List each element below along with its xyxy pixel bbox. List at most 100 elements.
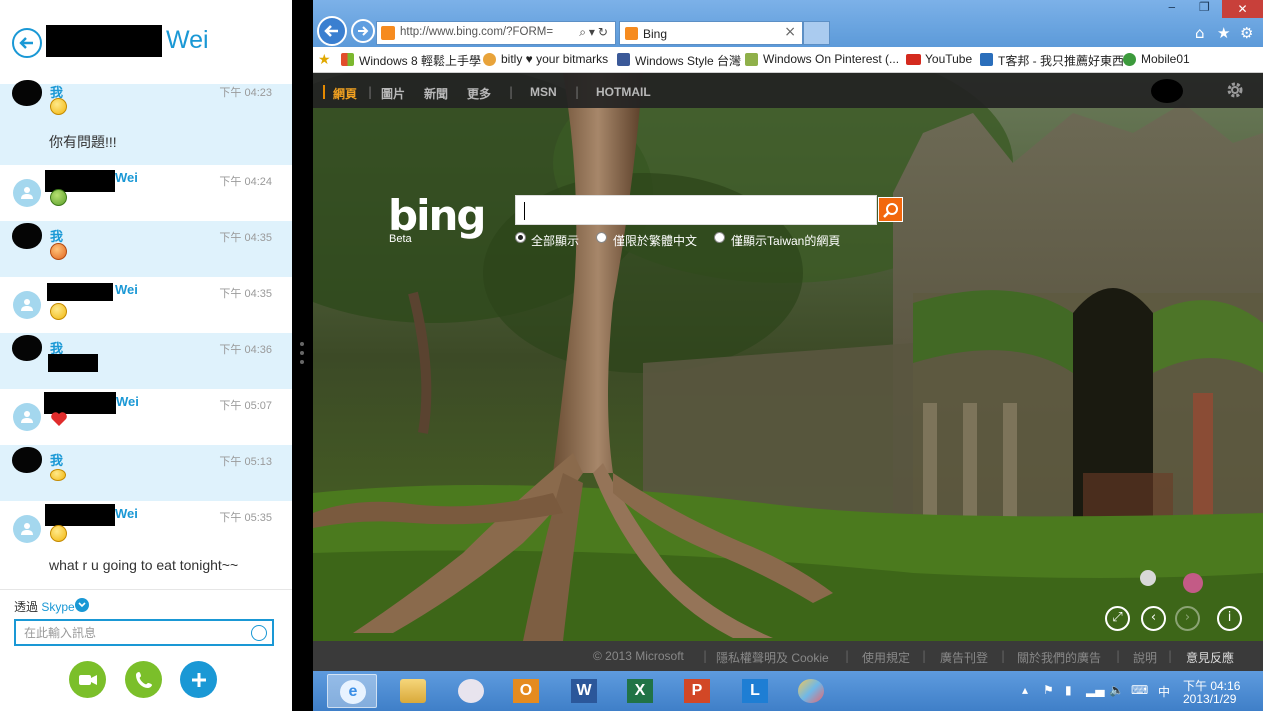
favorite-link[interactable]: YouTube bbox=[925, 52, 972, 66]
sender-name: Wei bbox=[115, 282, 138, 297]
nav-web[interactable]: 網頁 bbox=[333, 85, 357, 102]
taskbar-powerpoint[interactable]: P bbox=[672, 674, 722, 708]
taskbar-file-explorer[interactable] bbox=[388, 674, 438, 708]
redacted-account[interactable] bbox=[1151, 79, 1183, 103]
message-input[interactable] bbox=[14, 619, 274, 646]
angry-emoticon-icon bbox=[50, 243, 67, 260]
tab-bing[interactable]: Bing × bbox=[619, 21, 803, 45]
favorites-add-icon[interactable]: ★ bbox=[318, 51, 331, 68]
scope-radio-taiwan[interactable] bbox=[714, 232, 725, 243]
taskbar-paint-2[interactable] bbox=[786, 674, 836, 708]
powerpoint-icon: P bbox=[684, 679, 710, 703]
address-tools[interactable]: ⌕▾↻ bbox=[579, 25, 611, 40]
message-item: Wei 下午 04:24 bbox=[0, 165, 292, 221]
add-button[interactable] bbox=[180, 661, 217, 698]
message-time: 下午 04:36 bbox=[219, 344, 272, 356]
volume-icon[interactable]: 🔈 bbox=[1109, 683, 1124, 697]
next-image-button[interactable]: › bbox=[1175, 606, 1200, 631]
scope-radio-traditional-chinese[interactable] bbox=[596, 232, 607, 243]
browser-toolbar: http://www.bing.com/?FORM= ⌕▾↻ Bing × ‒ … bbox=[313, 0, 1263, 47]
taskbar-internet-explorer[interactable]: e bbox=[327, 674, 377, 708]
favorite-link[interactable]: Windows On Pinterest (... bbox=[763, 52, 899, 66]
action-center-flag-icon[interactable]: ⚑ bbox=[1043, 683, 1054, 697]
sender-name: Wei bbox=[115, 170, 138, 185]
nav-news[interactable]: 新聞 bbox=[424, 85, 448, 102]
search-button[interactable] bbox=[878, 197, 903, 222]
network-signal-icon[interactable]: ▂▄ bbox=[1086, 683, 1104, 697]
close-window-button[interactable]: ✕ bbox=[1222, 0, 1263, 18]
address-bar[interactable]: http://www.bing.com/?FORM= ⌕▾↻ bbox=[376, 21, 616, 45]
footer-link-help[interactable]: 說明 bbox=[1133, 649, 1157, 666]
mobile01-icon bbox=[1123, 53, 1136, 66]
settings-gear-icon[interactable] bbox=[1225, 80, 1245, 100]
nav-images[interactable]: 圖片 bbox=[381, 85, 405, 102]
nav-msn[interactable]: MSN bbox=[530, 85, 557, 99]
sender-name: 我 bbox=[50, 453, 64, 468]
taskbar-lync[interactable]: L bbox=[730, 674, 780, 708]
nav-hotmail[interactable]: HOTMAIL bbox=[596, 85, 651, 99]
favorite-link[interactable]: Mobile01 bbox=[1141, 52, 1190, 66]
nav-separator: | bbox=[368, 85, 373, 99]
taskbar-outlook[interactable]: O bbox=[501, 674, 551, 708]
message-list[interactable]: 我 下午 04:23 你有問題!!! Wei 下午 04:24 我 下午 04:… bbox=[0, 80, 292, 589]
restore-button[interactable]: ❐ bbox=[1199, 0, 1210, 14]
expand-image-button[interactable]: ⤢ bbox=[1105, 606, 1130, 631]
voice-call-button[interactable] bbox=[125, 661, 162, 698]
ime-indicator[interactable]: 中 bbox=[1158, 683, 1170, 700]
taskbar-paint[interactable] bbox=[446, 674, 496, 708]
previous-image-button[interactable]: ‹ bbox=[1141, 606, 1166, 631]
footer-link-about-ads[interactable]: 關於我們的廣告 bbox=[1017, 649, 1101, 666]
bing-top-nav: 網頁 | 圖片 新聞 更多 | MSN | HOTMAIL bbox=[313, 73, 1263, 108]
person-icon bbox=[21, 187, 33, 199]
bing-favicon-icon bbox=[625, 27, 638, 40]
minimize-button[interactable]: ‒ bbox=[1168, 0, 1176, 14]
footer-separator: | bbox=[1001, 649, 1006, 663]
emoticon-picker-icon[interactable] bbox=[251, 625, 267, 641]
outlook-icon: O bbox=[513, 679, 539, 703]
via-service-label[interactable]: 透過 Skype bbox=[14, 598, 75, 615]
message-item: 我 下午 04:35 bbox=[0, 221, 292, 277]
bing-homepage: 網頁 | 圖片 新聞 更多 | MSN | HOTMAIL bing Beta bbox=[313, 73, 1263, 641]
clock-date[interactable]: 2013/1/29 bbox=[1183, 692, 1236, 706]
redacted-name bbox=[46, 25, 162, 57]
taskbar-word[interactable]: W bbox=[559, 674, 609, 708]
nav-more[interactable]: 更多 bbox=[467, 85, 491, 102]
bing-footer: © 2013 Microsoft | 隱私權聲明及 Cookie | 使用規定 … bbox=[313, 641, 1263, 671]
word-icon: W bbox=[571, 679, 597, 703]
forward-button[interactable] bbox=[351, 19, 375, 43]
windows-icon bbox=[341, 53, 354, 66]
power-icon[interactable]: ▮ bbox=[1065, 683, 1072, 697]
new-tab-button[interactable] bbox=[803, 21, 830, 45]
snap-splitter[interactable] bbox=[292, 0, 313, 711]
folder-icon bbox=[400, 679, 426, 703]
footer-link-terms[interactable]: 使用規定 bbox=[862, 649, 910, 666]
taskbar: e O W X P L ▴ ⚑ ▮ ▂▄ 🔈 ⌨ 中 下午 04:16 2013… bbox=[313, 671, 1263, 711]
favorite-link[interactable]: Windows Style 台灣 bbox=[635, 52, 741, 69]
search-input[interactable] bbox=[515, 195, 877, 225]
favorite-link[interactable]: Windows 8 輕鬆上手學 bbox=[359, 52, 481, 69]
arrow-left-icon bbox=[324, 25, 338, 37]
message-item: Wei 下午 04:35 bbox=[0, 277, 292, 333]
taskbar-excel[interactable]: X bbox=[615, 674, 665, 708]
chevron-down-icon[interactable] bbox=[75, 598, 89, 612]
avatar bbox=[13, 291, 41, 319]
favorite-link[interactable]: T客邦 - 我只推薦好東西 bbox=[998, 52, 1124, 69]
image-info-button[interactable]: i bbox=[1217, 606, 1242, 631]
close-tab-icon[interactable]: × bbox=[784, 24, 796, 40]
show-hidden-icons[interactable]: ▴ bbox=[1022, 683, 1028, 697]
scope-radio-all[interactable] bbox=[515, 232, 526, 243]
favorite-link[interactable]: bitly ♥ your bitmarks bbox=[501, 52, 608, 66]
home-icon[interactable]: ⌂ bbox=[1195, 24, 1205, 42]
excel-icon: X bbox=[627, 679, 653, 703]
back-button[interactable] bbox=[317, 16, 347, 46]
favorites-star-icon[interactable]: ★ bbox=[1217, 24, 1230, 42]
footer-link-feedback[interactable]: 意見反應 bbox=[1186, 649, 1234, 666]
back-button[interactable] bbox=[12, 28, 42, 58]
video-call-button[interactable] bbox=[69, 661, 106, 698]
footer-link-advertise[interactable]: 廣告刊登 bbox=[940, 649, 988, 666]
redacted-name bbox=[45, 504, 115, 526]
keyboard-icon[interactable]: ⌨ bbox=[1131, 683, 1148, 697]
footer-link-privacy[interactable]: 隱私權聲明及 Cookie bbox=[716, 649, 829, 666]
settings-gear-icon[interactable]: ⚙ bbox=[1240, 24, 1253, 42]
meh-emoticon-icon bbox=[50, 303, 67, 320]
